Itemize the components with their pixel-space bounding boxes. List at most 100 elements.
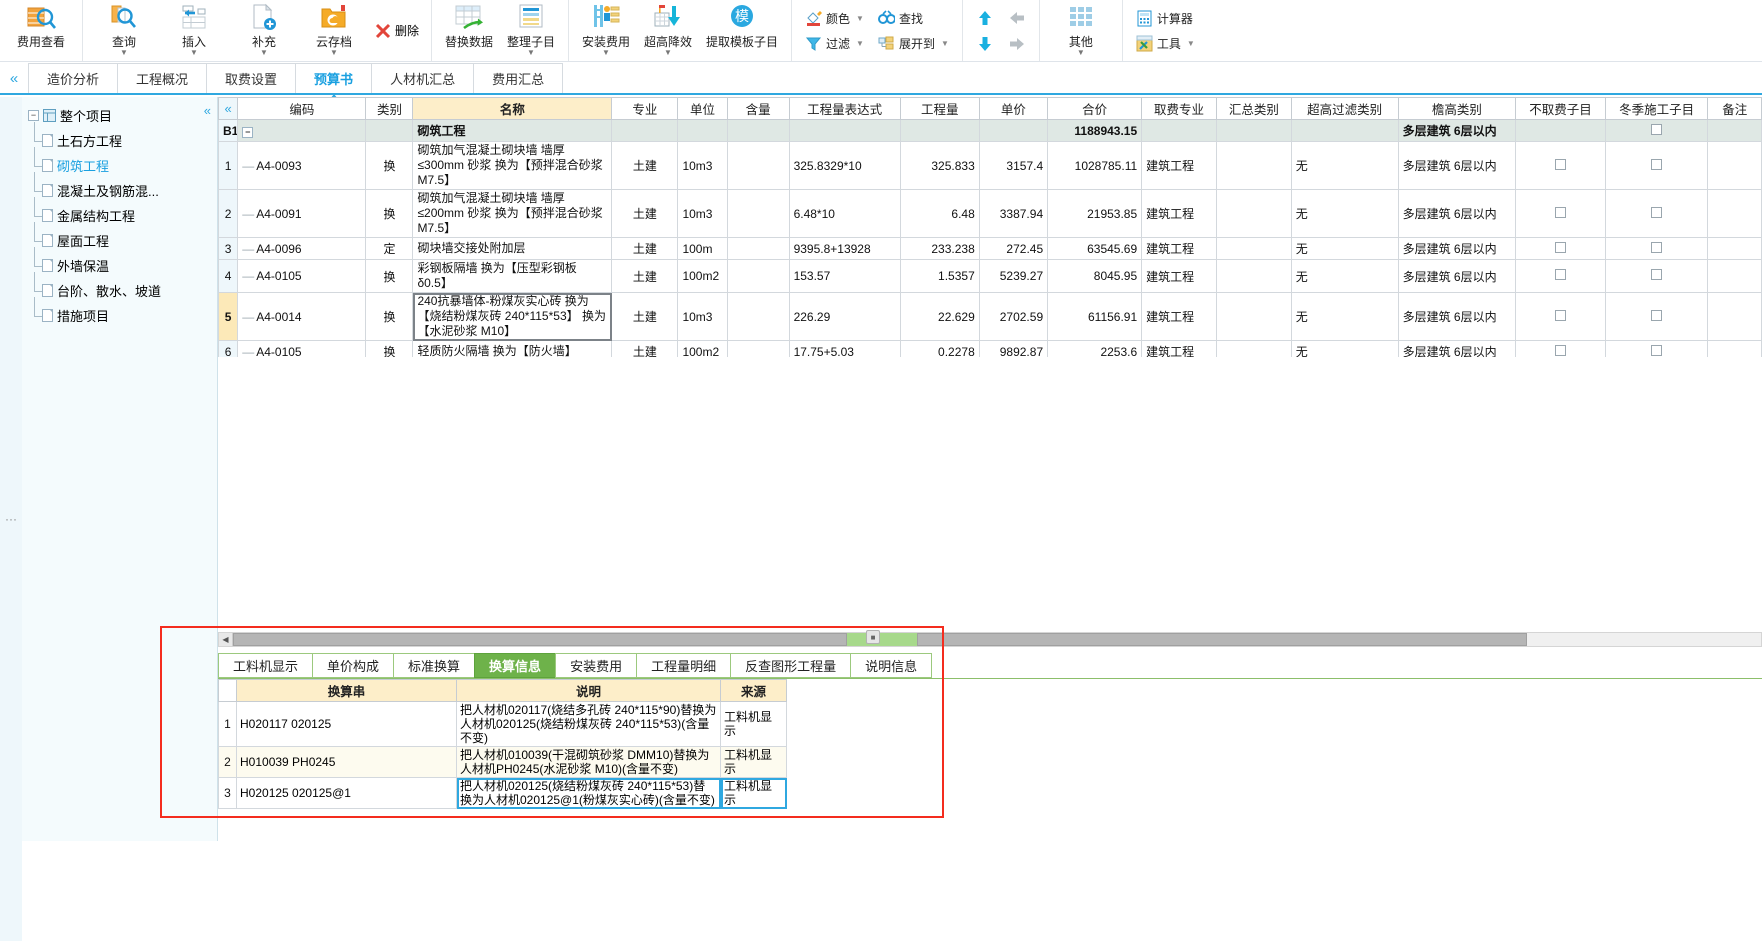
col-header-category[interactable]: 类别 xyxy=(365,97,414,120)
row-qty[interactable]: 0.2278 xyxy=(899,340,980,357)
fee-view-button[interactable]: 费用查看 xyxy=(6,0,76,61)
delete-button[interactable]: 删除 xyxy=(369,22,425,39)
row-remark[interactable] xyxy=(1707,259,1762,293)
checkbox[interactable] xyxy=(1555,158,1566,170)
row-expr[interactable]: 6.48*10 xyxy=(788,189,901,238)
tab-fee-settings[interactable]: 取费设置 xyxy=(206,63,297,93)
row-eave-type[interactable]: 多层建筑 6层以内 xyxy=(1397,340,1517,357)
table-row[interactable]: 4 — A4-0105 换 彩钢板隔墙 换为【压型彩钢板 δ0.5】 土建 100… xyxy=(218,259,1762,293)
row-expr[interactable]: 9395.8+13928 xyxy=(788,237,901,260)
tab-project-overview[interactable]: 工程概况 xyxy=(117,63,208,93)
col-header-major[interactable]: 专业 xyxy=(611,97,679,120)
cloud-archive-button[interactable]: 云存档 ▼ xyxy=(299,0,369,61)
conversion-row-selected[interactable]: 3 H020125 020125@1 把人材机020125(烧结粉煤灰砖 240… xyxy=(218,777,787,809)
move-up-button[interactable] xyxy=(971,6,999,30)
tab-fee-summary[interactable]: 费用汇总 xyxy=(473,63,564,93)
row-unit[interactable]: 100m xyxy=(677,237,728,260)
row-nofee-cell[interactable] xyxy=(1515,189,1606,238)
row-sum-type[interactable] xyxy=(1215,259,1292,293)
row-expander-icon[interactable]: − xyxy=(242,126,254,138)
grid-collapse-icon[interactable]: « xyxy=(218,97,239,120)
checkbox[interactable] xyxy=(1555,269,1566,280)
row-qty[interactable]: 22.629 xyxy=(899,292,980,341)
expand-to-caret-icon[interactable]: ▼ xyxy=(941,39,949,48)
row-sum-type[interactable] xyxy=(1215,340,1292,357)
checkbox[interactable] xyxy=(1651,309,1663,321)
conversion-source[interactable]: 工料机显示 xyxy=(720,777,787,809)
row-nofee-cell[interactable] xyxy=(1515,292,1606,341)
row-code[interactable]: — A4-0091 xyxy=(237,189,367,238)
col-header-fee-major[interactable]: 取费专业 xyxy=(1141,97,1217,120)
row-expr[interactable]: 153.57 xyxy=(788,259,901,293)
row-filter-type[interactable]: 无 xyxy=(1290,259,1399,293)
row-name[interactable]: 彩钢板隔墙 换为【压型彩钢板 δ0.5】 xyxy=(412,259,613,293)
row-eave-type[interactable]: 多层建筑 6层以内 xyxy=(1397,292,1517,341)
row-nofee-cell[interactable] xyxy=(1515,237,1606,260)
row-sum-type[interactable] xyxy=(1215,237,1292,260)
checkbox[interactable] xyxy=(1555,344,1566,356)
insert-button[interactable]: 插入 ▼ xyxy=(159,0,229,61)
row-category[interactable]: 换 xyxy=(365,340,414,357)
scrollbar-track[interactable] xyxy=(1527,633,1761,646)
row-name[interactable]: 砌块墙交接处附加层 xyxy=(412,237,613,260)
expand-to-button[interactable]: 展开到 ▼ xyxy=(873,32,954,55)
row-major[interactable]: 土建 xyxy=(611,292,679,341)
row-code[interactable]: — A4-0014 xyxy=(237,292,367,341)
query-caret-icon[interactable]: ▼ xyxy=(120,49,128,57)
color-caret-icon[interactable]: ▼ xyxy=(856,14,864,23)
sidebar-item-roofing[interactable]: 屋面工程 xyxy=(26,222,217,253)
col-header-quantity[interactable]: 工程量 xyxy=(899,97,980,120)
sidebar-item-concrete-rebar[interactable]: 混凝土及钢筋混... xyxy=(26,172,217,203)
replace-data-button[interactable]: 替换数据 xyxy=(438,0,500,61)
row-nofee-cell[interactable] xyxy=(1515,259,1606,293)
row-remark[interactable] xyxy=(1707,141,1762,190)
row-winter-cell[interactable] xyxy=(1604,340,1709,357)
table-row[interactable]: 6 — A4-0105 换 轻质防火隔墙 换为【防火墙】 土建 100m2 17.… xyxy=(218,340,1762,357)
row-content[interactable] xyxy=(726,292,790,341)
other-caret-icon[interactable]: ▼ xyxy=(1077,49,1085,57)
row-qty[interactable]: 1.5357 xyxy=(899,259,980,293)
checkbox[interactable] xyxy=(1555,206,1566,218)
grid-group-row[interactable]: B1 − 砌筑工程 1188943.15 多层建筑 6层以内 xyxy=(218,119,1762,142)
row-eave-type[interactable]: 多层建筑 6层以内 xyxy=(1397,189,1517,238)
row-name[interactable]: 轻质防火隔墙 换为【防火墙】 xyxy=(412,340,613,357)
conversion-source[interactable]: 工料机显示 xyxy=(720,701,787,747)
conversion-col-header-description[interactable]: 说明 xyxy=(456,679,721,702)
col-header-no-fee-item[interactable]: 不取费子目 xyxy=(1515,97,1606,120)
height-efficiency-button[interactable]: 超高降效 ▼ xyxy=(637,0,699,61)
row-major[interactable]: 土建 xyxy=(611,340,679,357)
subtab-installation-fee[interactable]: 安装费用 xyxy=(555,653,638,678)
conversion-row[interactable]: 1 H020117 020125 把人材机020117(烧结多孔砖 240*11… xyxy=(218,701,787,747)
row-qty[interactable]: 233.238 xyxy=(899,237,980,260)
row-price[interactable]: 9892.87 xyxy=(978,340,1049,357)
table-row-selected[interactable]: 5 — A4-0014 换 240抗暴墙体-粉煤灰实心砖 换为【烧结粉煤灰砖 24… xyxy=(218,292,1762,341)
row-content[interactable] xyxy=(726,189,790,238)
col-header-unit-price[interactable]: 单价 xyxy=(978,97,1049,120)
row-major[interactable]: 土建 xyxy=(611,141,679,190)
subtab-quantity-detail[interactable]: 工程量明细 xyxy=(636,653,732,678)
sidebar-item-masonry[interactable]: 砌筑工程 xyxy=(26,147,217,178)
scrollbar-thumb[interactable] xyxy=(233,633,847,646)
row-content[interactable] xyxy=(726,237,790,260)
col-header-summary-type[interactable]: 汇总类别 xyxy=(1215,97,1292,120)
row-eave-type[interactable]: 多层建筑 6层以内 xyxy=(1397,237,1517,260)
row-nofee-cell[interactable] xyxy=(1515,340,1606,357)
col-header-total-price[interactable]: 合价 xyxy=(1047,97,1143,120)
other-button[interactable]: 其他 ▼ xyxy=(1046,0,1116,61)
row-code[interactable]: — A4-0105 xyxy=(237,259,367,293)
row-category[interactable]: 换 xyxy=(365,292,414,341)
tools-caret-icon[interactable]: ▼ xyxy=(1187,39,1195,48)
checkbox[interactable] xyxy=(1651,158,1663,170)
checkbox[interactable] xyxy=(1651,123,1663,135)
sidebar-item-earthwork[interactable]: 土石方工程 xyxy=(26,122,217,153)
row-unit[interactable]: 100m2 xyxy=(677,259,728,293)
tab-budget-book[interactable]: 预算书 xyxy=(295,63,373,99)
row-price[interactable]: 3157.4 xyxy=(978,141,1049,190)
row-winter-cell[interactable] xyxy=(1604,237,1709,260)
row-filter-type[interactable]: 无 xyxy=(1290,340,1399,357)
row-winter-cell[interactable] xyxy=(1604,189,1709,238)
supplement-button[interactable]: 补充 ▼ xyxy=(229,0,299,61)
conversion-row[interactable]: 2 H010039 PH0245 把人材机010039(干混砌筑砂浆 DMM10… xyxy=(218,746,787,778)
supplement-caret-icon[interactable]: ▼ xyxy=(260,49,268,57)
row-winter-cell[interactable] xyxy=(1604,141,1709,190)
